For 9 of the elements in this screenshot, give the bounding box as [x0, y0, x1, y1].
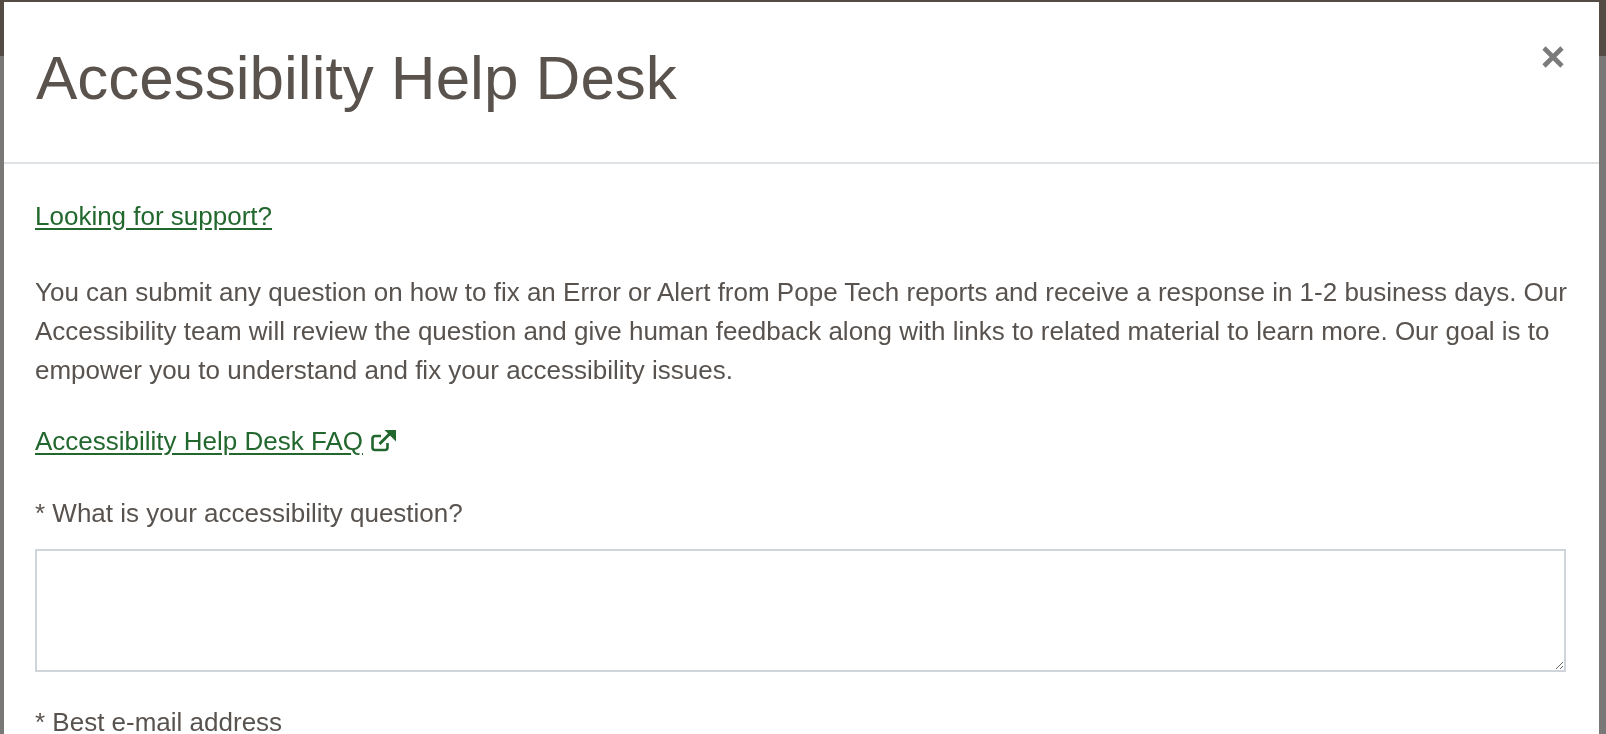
support-link[interactable]: Looking for support? [35, 200, 273, 231]
field-label: * What is your accessibility question? [35, 497, 464, 530]
question-field[interactable] [35, 548, 1566, 672]
close-icon [1541, 45, 1565, 69]
description-text: You can submit any question on how to fix an Error or Alert from Pope Tech reports and receive a response in 1-2 business days. Our Accessibility team will review the question and give human feedback along with links to related material to learn more. Our goal is to empower you to understand and fix your accessibility issues. [35, 276, 1568, 387]
dialog-title: Accessibility Help Desk [36, 41, 677, 114]
close-button[interactable] [1541, 45, 1565, 69]
faq-link[interactable]: Accessibility Help Desk FAQ [35, 425, 396, 456]
field-label: * Best e-mail address [35, 709, 284, 734]
